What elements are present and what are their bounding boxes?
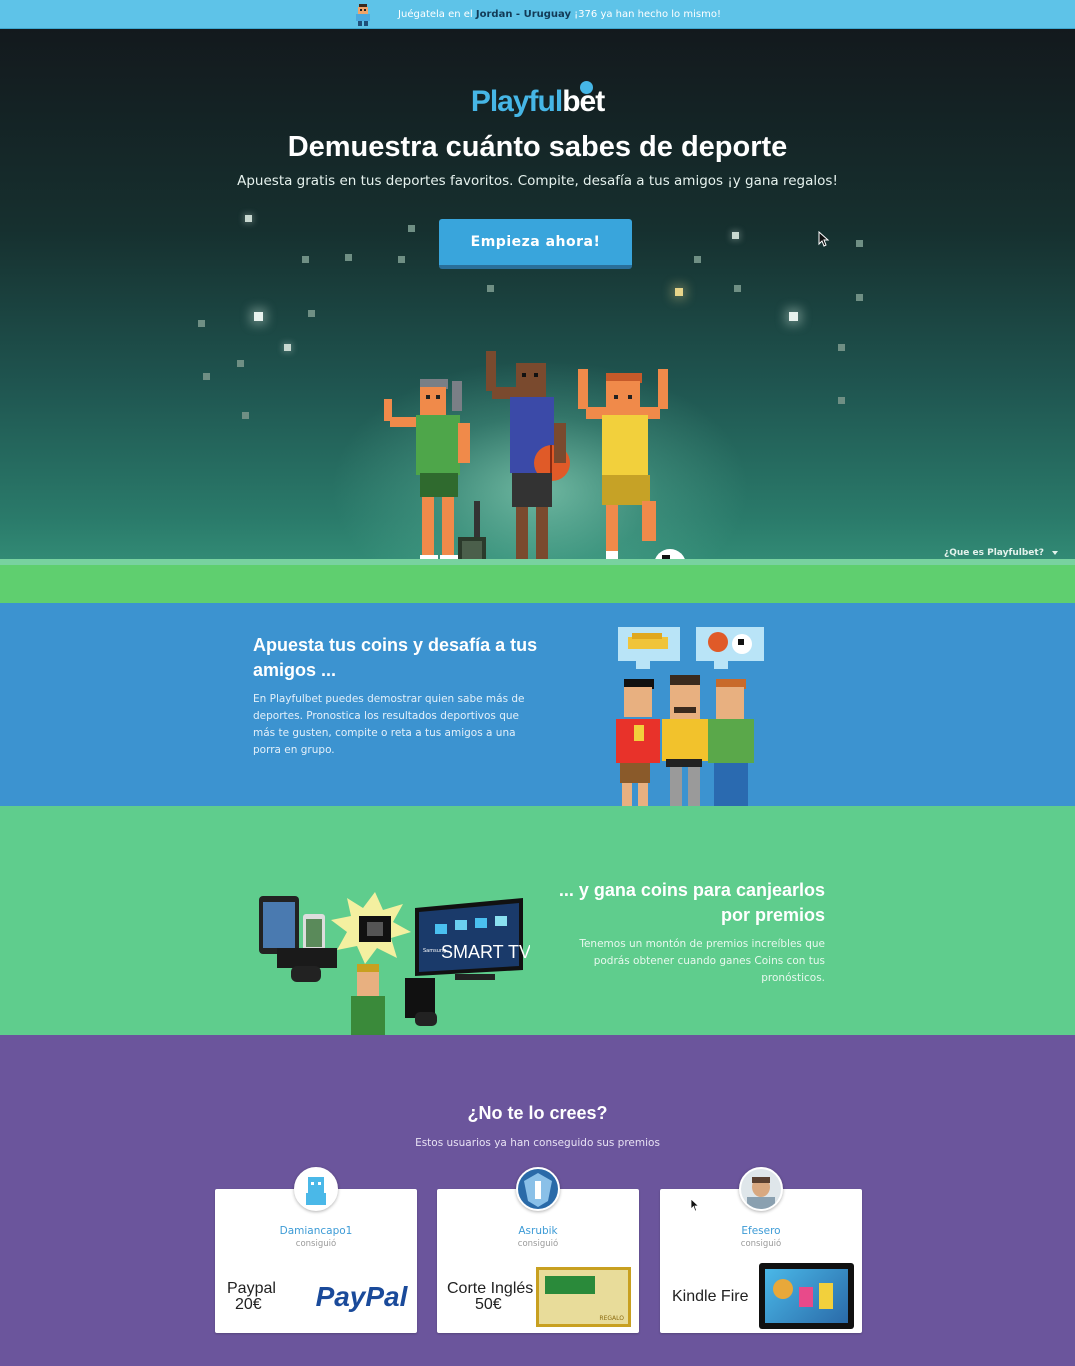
pixel-athletes-illustration [384,351,686,589]
pixel-friends-illustration [616,627,764,806]
prizes-section: Samsung SMART TV ... y gana coins para c… [0,806,1075,1035]
testimonials-title: ¿No te lo crees? [467,1103,608,1123]
kindle-fire-image [759,1263,854,1329]
prize-line-1: Paypal [227,1280,276,1297]
topbar-text: Juégatela en el Jordan - Uruguay ¡376 ya… [398,9,721,20]
prize-line-2: 20€ [235,1296,262,1313]
tv-label: SMART TV [441,942,530,962]
caret-down-icon [1051,550,1058,555]
prize-name: Corte Inglés 50€ [447,1281,533,1313]
winner-username[interactable]: Damiancapo1 [215,1225,417,1237]
star-decoration [408,225,415,232]
star-decoration [284,344,291,351]
star-decoration [254,312,263,321]
prize-line-1: Corte Inglés [447,1280,534,1297]
gift-card-image: REGALO [536,1267,631,1327]
star-decoration [398,256,405,263]
hero-subtitle: Apuesta gratis en tus deportes favoritos… [237,173,838,189]
star-decoration [203,373,210,380]
hero-section: Playfulbet Demuestra cuánto sabes de dep… [0,29,1075,603]
notification-bar[interactable]: Juégatela en el Jordan - Uruguay ¡376 ya… [0,0,1075,29]
winner-got-label: consiguió [740,1239,782,1249]
gift-card-label: REGALO [599,1315,624,1322]
topbar-suffix: ¡376 ya han hecho lo mismo! [574,8,721,20]
star-decoration [838,397,845,404]
mouse-cursor-icon [690,1198,700,1212]
logo-part-playful: Playful [470,85,563,118]
testimonials-subtitle: Estos usuarios ya han conseguido sus pre… [415,1137,660,1149]
star-decoration [237,360,244,367]
winner-got-label: consiguió [295,1239,337,1249]
topbar-match-link[interactable]: Jordan - Uruguay [476,9,571,20]
paypal-logo-text: PayPal [315,1281,408,1312]
prizes-text: Tenemos un montón de premios increíbles … [579,938,825,984]
star-decoration [198,320,205,327]
star-decoration [734,285,741,292]
star-decoration [487,285,494,292]
star-decoration [789,312,798,321]
star-decoration [694,256,701,263]
what-is-playfulbet-link[interactable]: ¿Que es Playfulbet? [944,548,1058,558]
star-decoration [675,288,683,296]
prize-name: Kindle Fire [672,1289,748,1305]
star-decoration [308,310,315,317]
winner-card[interactable]: Asrubik consiguió Corte Inglés 50€ REGAL… [437,1167,639,1333]
winner-username[interactable]: Efesero [660,1225,862,1237]
prize-name: Paypal 20€ [227,1281,276,1313]
winner-got-label: consiguió [517,1239,559,1249]
hero-title: Demuestra cuánto sabes de deporte [287,131,788,163]
star-decoration [245,215,252,222]
start-now-button[interactable]: Empieza ahora! [439,219,632,269]
star-decoration [242,412,249,419]
prizes-title: ... y gana coins para canjearlos por pre… [558,880,825,925]
winner-username[interactable]: Asrubik [437,1225,639,1237]
mouse-cursor-icon [818,231,830,247]
logo-dot-icon [580,81,593,94]
challenge-title: Apuesta tus coins y desafía a tus amigos… [253,635,538,680]
winner-card[interactable]: Damiancapo1 consiguió Paypal 20€ PayPal [215,1167,417,1333]
topbar-prefix: Juégatela en el [398,8,473,20]
star-decoration [732,232,739,239]
testimonials-section: ¿No te lo crees? Estos usuarios ya han c… [0,1035,1075,1366]
prize-line-1: Kindle Fire [672,1288,749,1305]
star-decoration [302,256,309,263]
star-decoration [838,344,845,351]
star-decoration [345,254,352,261]
star-decoration [856,294,863,301]
prizes-illustration: Samsung SMART TV [259,892,530,1035]
player-avatar-icon [354,4,372,26]
what-is-playfulbet-label: ¿Que es Playfulbet? [944,548,1044,558]
star-decoration [856,240,863,247]
prize-line-2: 50€ [475,1296,502,1313]
challenge-section: Apuesta tus coins y desafía a tus amigos… [0,603,1075,806]
user-avatar [739,1167,783,1211]
user-avatar [516,1167,560,1211]
paypal-logo: PayPal [314,1267,409,1327]
grass-strip [0,565,1075,603]
challenge-text: En Playfulbet puedes demostrar quien sab… [253,693,525,756]
playfulbet-logo[interactable]: Playfulbet [0,85,1075,119]
user-avatar [294,1167,338,1211]
